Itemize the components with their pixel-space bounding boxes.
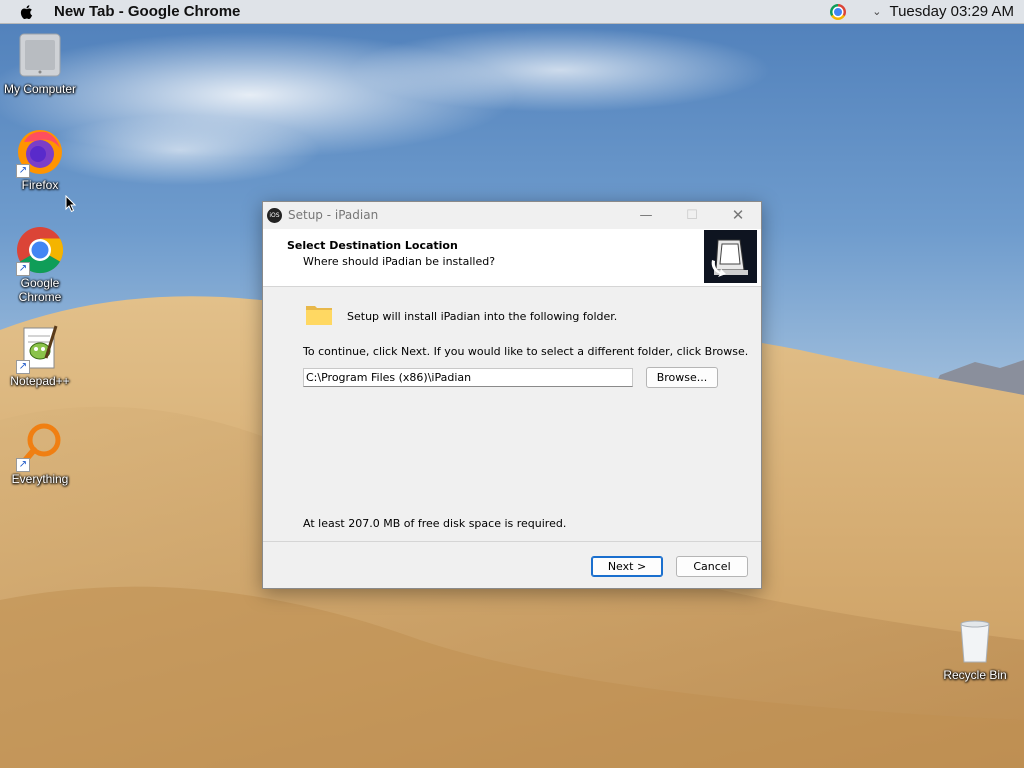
desktop-icon-everything[interactable]: ↗ Everything [0, 422, 80, 486]
wizard-page-subtitle: Where should iPadian be installed? [303, 255, 496, 268]
wizard-body: Setup will install iPadian into the foll… [263, 287, 761, 541]
desktop-icon-google-chrome[interactable]: ↗ Google Chrome [0, 226, 80, 304]
dialog-titlebar[interactable]: iOS Setup - iPadian — ☐ ✕ [263, 202, 761, 228]
firefox-icon: ↗ [16, 128, 64, 178]
desktop-icon-recycle-bin[interactable]: Recycle Bin [935, 618, 1015, 682]
desktop-icon-notepadpp[interactable]: ↗ Notepad++ [0, 324, 80, 388]
active-app-title: New Tab - Google Chrome [54, 3, 241, 20]
shortcut-arrow-icon: ↗ [16, 360, 30, 374]
desktop-icon-label: Firefox [21, 178, 59, 192]
next-button[interactable]: Next > [591, 556, 663, 577]
cancel-button[interactable]: Cancel [676, 556, 748, 577]
chrome-icon: ↗ [16, 226, 64, 276]
shortcut-arrow-icon: ↗ [16, 262, 30, 276]
disk-space-text: At least 207.0 MB of free disk space is … [303, 517, 567, 530]
installer-logo-icon [704, 230, 757, 283]
clock[interactable]: Tuesday 03:29 AM [889, 3, 1014, 20]
desktop-icon-firefox[interactable]: ↗ Firefox [0, 128, 80, 192]
desktop-icon-label: Google Chrome [18, 276, 62, 304]
shortcut-arrow-icon: ↗ [16, 164, 30, 178]
install-info-text: Setup will install iPadian into the foll… [347, 310, 618, 323]
setup-dialog: iOS Setup - iPadian — ☐ ✕ Select Destina… [262, 201, 762, 589]
computer-icon [16, 32, 64, 80]
notepadpp-icon: ↗ [16, 324, 64, 374]
shortcut-arrow-icon: ↗ [16, 458, 30, 472]
minimize-button[interactable]: — [623, 202, 669, 228]
ipadian-app-icon: iOS [267, 207, 282, 223]
chevron-down-icon[interactable]: ⌄ [872, 5, 881, 18]
maximize-button: ☐ [686, 207, 698, 223]
desktop-icon-my-computer[interactable]: My Computer [0, 32, 80, 96]
browse-button[interactable]: Browse... [646, 367, 718, 388]
mouse-cursor-icon [65, 195, 77, 213]
everything-icon: ↗ [16, 422, 64, 472]
wizard-header: Select Destination Location Where should… [263, 229, 761, 287]
close-button[interactable]: ✕ [715, 202, 761, 228]
apple-icon[interactable] [18, 3, 36, 21]
wizard-page-title: Select Destination Location [287, 239, 458, 252]
footer-divider [263, 541, 761, 542]
menu-bar: New Tab - Google Chrome ⌄ Tuesday 03:29 … [0, 0, 1024, 24]
chrome-icon[interactable] [830, 3, 847, 20]
folder-icon [305, 303, 333, 327]
instruction-text: To continue, click Next. If you would li… [303, 345, 749, 358]
desktop-icon-label: Notepad++ [10, 374, 70, 388]
desktop-icon-label: Everything [11, 472, 69, 486]
recycle-bin-icon [951, 618, 999, 666]
destination-path-input[interactable] [303, 368, 633, 387]
desktop-icon-label: My Computer [3, 82, 77, 96]
dialog-title: Setup - iPadian [288, 208, 379, 222]
desktop-icon-label: Recycle Bin [943, 668, 1007, 682]
